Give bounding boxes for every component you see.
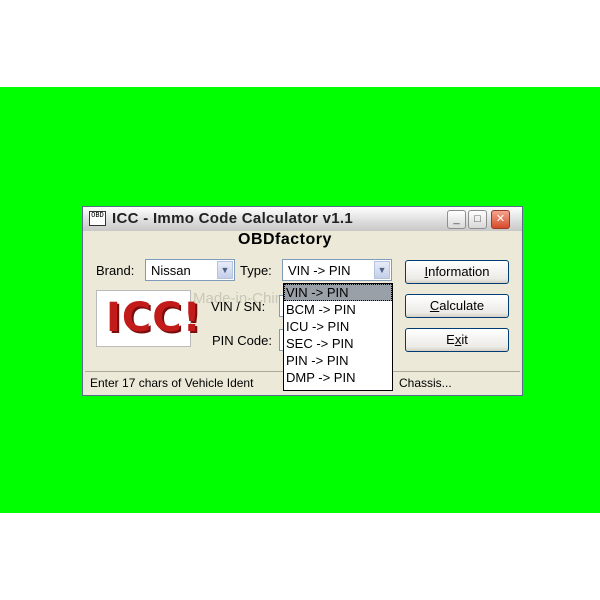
maximize-icon[interactable]: □ <box>468 210 487 229</box>
dropdown-option[interactable]: ICU -> PIN <box>284 318 392 335</box>
brand-heading: OBDfactory <box>238 231 332 248</box>
title-bar[interactable]: OBD ICC - Immo Code Calculator v1.1 _ □ … <box>83 207 522 231</box>
dropdown-option[interactable]: VIN -> PIN <box>284 284 392 301</box>
exit-button[interactable]: Exit <box>405 328 509 352</box>
brand-label: Brand: <box>96 263 135 278</box>
minimize-icon[interactable]: _ <box>447 210 466 229</box>
brand-select[interactable]: Nissan ▼ <box>145 259 235 281</box>
pin-label: PIN Code: <box>212 333 272 348</box>
dropdown-option[interactable]: DMP -> PIN <box>284 369 392 386</box>
window-title: ICC - Immo Code Calculator v1.1 <box>112 210 354 227</box>
information-button[interactable]: Information <box>405 260 509 284</box>
app-window: OBD ICC - Immo Code Calculator v1.1 _ □ … <box>82 206 523 396</box>
vin-label: VIN / SN: <box>211 299 266 314</box>
chevron-down-icon[interactable]: ▼ <box>374 261 390 279</box>
calculate-button[interactable]: Calculate <box>405 294 509 318</box>
status-text-right: Chassis... <box>399 376 452 390</box>
type-select[interactable]: VIN -> PIN ▼ <box>282 259 392 281</box>
icc-logo: ICC! <box>96 290 201 347</box>
status-text: Enter 17 chars of Vehicle Ident <box>90 376 254 390</box>
brand-select-value: Nissan <box>151 263 191 278</box>
type-select-value: VIN -> PIN <box>288 263 351 278</box>
close-icon[interactable]: ✕ <box>491 210 510 229</box>
app-icon[interactable]: OBD <box>89 211 106 226</box>
dropdown-option[interactable]: BCM -> PIN <box>284 301 392 318</box>
chevron-down-icon[interactable]: ▼ <box>217 261 233 279</box>
dropdown-option[interactable]: PIN -> PIN <box>284 352 392 369</box>
type-label: Type: <box>240 263 272 278</box>
logo-text: ICC! <box>106 295 202 341</box>
type-dropdown-list[interactable]: VIN -> PIN BCM -> PIN ICU -> PIN SEC -> PIN… <box>283 283 393 391</box>
dropdown-option[interactable]: SEC -> PIN <box>284 335 392 352</box>
